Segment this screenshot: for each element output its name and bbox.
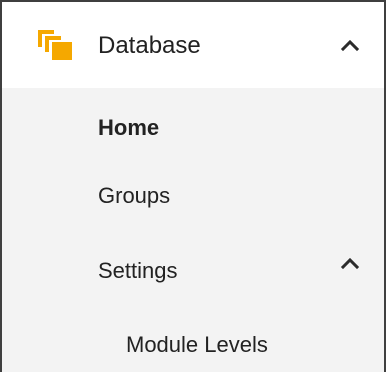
sidebar-item-settings[interactable]: Settings xyxy=(98,257,178,285)
sidebar-item-home[interactable]: Home xyxy=(98,114,159,142)
sidebar-nav: Database Home Groups Settings Module Lev… xyxy=(0,0,386,372)
chevron-up-icon[interactable] xyxy=(340,256,360,270)
chevron-up-icon[interactable] xyxy=(340,38,360,52)
sidebar-item-module-levels[interactable]: Module Levels xyxy=(126,331,268,359)
nav-submenu xyxy=(2,88,384,372)
nav-group-label: Database xyxy=(98,32,201,59)
sidebar-item-groups[interactable]: Groups xyxy=(98,182,170,210)
database-folder-icon xyxy=(38,30,72,60)
nav-group-database[interactable]: Database xyxy=(2,2,384,89)
